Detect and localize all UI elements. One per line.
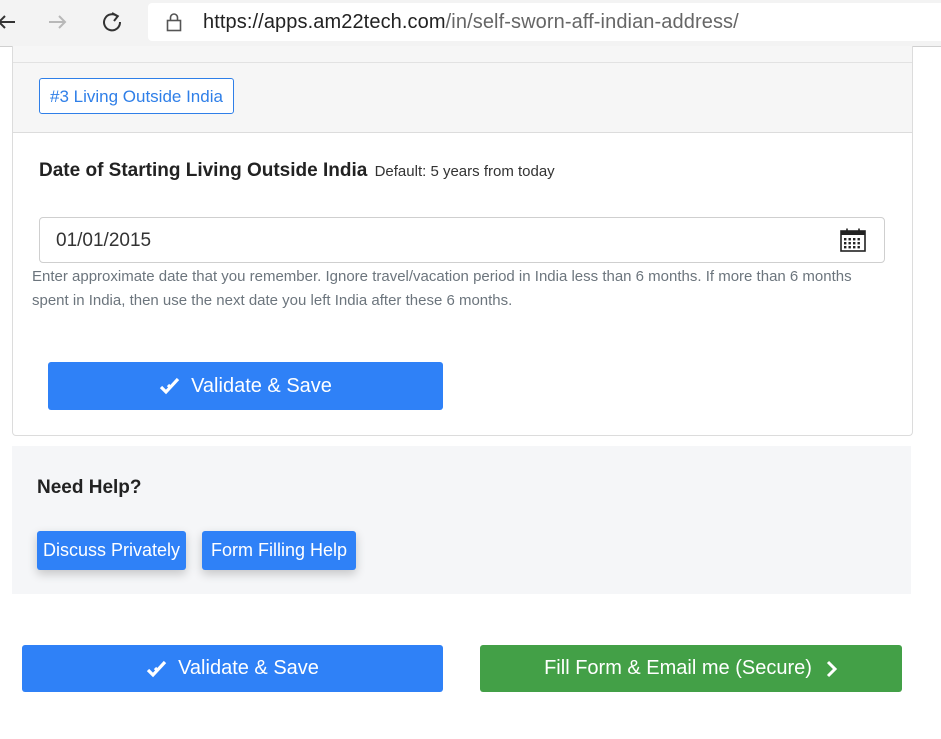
url-path: /in/self-sworn-aff-indian-address/ [445,11,739,33]
divider [13,62,912,63]
date-value: 01/01/2015 [56,230,152,251]
double-check-icon [146,659,168,679]
browser-toolbar: https://apps.am22tech.com/in/self-sworn-… [0,0,941,47]
bottom-validate-save-label: Validate & Save [178,657,319,679]
help-heading: Need Help? [37,477,142,498]
calendar-icon[interactable] [840,228,866,252]
back-arrow-icon[interactable] [0,8,20,36]
reload-icon[interactable] [98,8,126,36]
card-header: #3 Living Outside India [13,46,912,133]
fill-form-email-label: Fill Form & Email me (Secure) [544,657,812,679]
fill-form-email-button[interactable]: Fill Form & Email me (Secure) [480,645,902,692]
form-card: #3 Living Outside India Date of Starting… [12,46,913,436]
start-date-field[interactable]: 01/01/2015 [39,217,885,263]
lock-icon [166,13,182,32]
field-default-hint: Default: 5 years from today [374,163,555,180]
validate-save-button[interactable]: Validate & Save [48,362,443,410]
section-tag[interactable]: #3 Living Outside India [39,78,234,114]
help-panel: Need Help? Discuss Privately Form Fillin… [12,446,911,594]
url-text: https://apps.am22tech.com/in/self-sworn-… [203,11,739,34]
field-label: Date of Starting Living Outside India [39,160,368,181]
url-host: https://apps.am22tech.com [203,11,446,33]
validate-save-label: Validate & Save [191,374,332,397]
address-bar[interactable]: https://apps.am22tech.com/in/self-sworn-… [148,3,941,41]
double-check-icon [159,376,181,396]
chevron-right-icon [826,660,838,678]
field-title: Date of Starting Living Outside India De… [39,160,555,182]
form-filling-help-button[interactable]: Form Filling Help [202,531,356,570]
bottom-validate-save-button[interactable]: Validate & Save [22,645,443,692]
field-help-text: Enter approximate date that you remember… [32,268,852,309]
discuss-privately-button[interactable]: Discuss Privately [37,531,186,570]
forward-arrow-icon[interactable] [44,8,72,36]
